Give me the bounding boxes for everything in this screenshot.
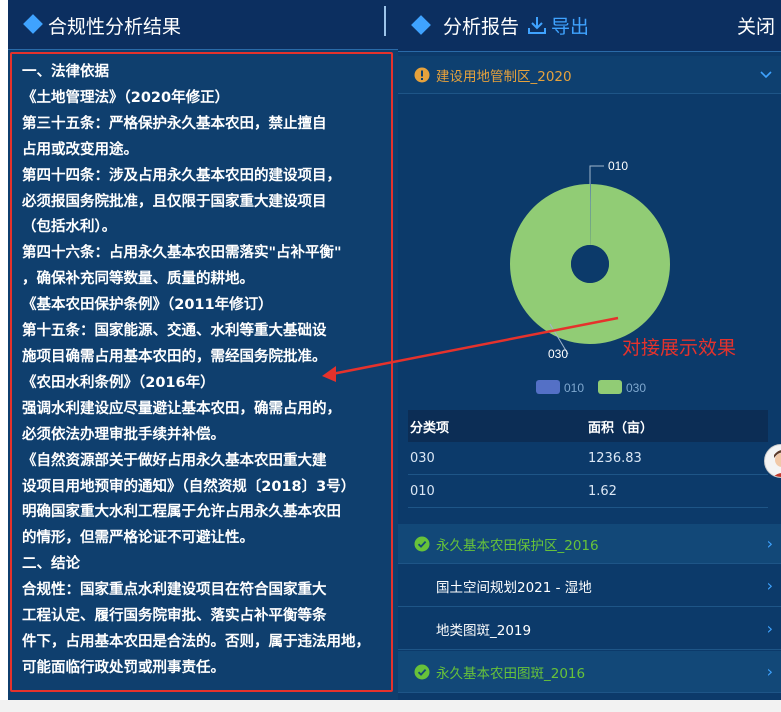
compliance-panel-title: 合规性分析结果	[48, 16, 182, 38]
compliance-line: 的情形，但需严格论证不可避让性。	[22, 530, 254, 547]
compliance-line: 占用或改变用途。	[22, 141, 138, 158]
compliance-line: 施项目确需占用基本农田的，需经国务院批准。	[22, 348, 327, 365]
legend-swatch[interactable]	[536, 380, 560, 394]
column-header-category: 分类项	[410, 420, 450, 436]
check-circle-icon	[414, 536, 430, 551]
compliance-line: 可能面临行政处罚或刑事责任。	[22, 659, 225, 676]
compliance-line: 件下，占用基本农田是合法的。否则，属于违法用地，	[22, 633, 370, 650]
compliance-line: 第十五条：国家能源、交通、水利等重大基础设	[22, 323, 327, 340]
accordion-farmland-protection[interactable]: 永久基本农田保护区_2016 ›	[398, 524, 781, 564]
compliance-line: ，确保补充同等数量、质量的耕地。	[22, 271, 254, 288]
report-panel-header: 分析报告 导出 关闭	[398, 0, 781, 52]
compliance-line: 第四十六条：占用永久基本农田需落实"占补平衡"	[22, 245, 342, 262]
legend-label: 030	[626, 381, 646, 395]
area-table: 分类项 面积（亩） 030 1236.83 010 1.62	[408, 410, 768, 508]
chevron-right-icon: ›	[766, 619, 773, 638]
compliance-line: （包括水利）。	[22, 219, 117, 236]
accordion-label: 地类图斑_2019	[436, 622, 532, 639]
table-row: 010 1.62	[408, 475, 768, 508]
accordion-label: 建设用地管制区_2020	[436, 68, 572, 85]
compliance-text: 一、法律依据《土地管理法》（2020年修正） 第三十五条：严格保护永久基本农田，禁…	[22, 60, 386, 682]
bottom-strip	[0, 700, 781, 712]
header-divider	[384, 6, 386, 36]
chevron-down-icon	[759, 65, 773, 84]
cell-area: 1236.83	[588, 450, 642, 466]
report-title: 分析报告	[443, 16, 520, 38]
chevron-right-icon: ›	[766, 534, 773, 553]
accordion-land-type[interactable]: 地类图斑_2019 ›	[398, 608, 781, 650]
compliance-line: 二、结论	[22, 556, 80, 573]
chevron-right-icon: ›	[766, 576, 773, 595]
legend-swatch[interactable]	[598, 380, 622, 394]
diamond-icon	[411, 15, 431, 35]
cell-area: 1.62	[588, 483, 617, 499]
accordion-farmland-patch[interactable]: 永久基本农田图斑_2016 ›	[398, 651, 781, 693]
compliance-line: 《基本农田保护条例》（2011年修订）	[22, 297, 273, 314]
compliance-line: 《农田水利条例》（2016年）	[22, 374, 215, 391]
accordion-label: 永久基本农田图斑_2016	[436, 665, 586, 682]
table-header: 分类项 面积（亩）	[408, 410, 768, 442]
accordion-land-planning[interactable]: 国土空间规划2021 - 湿地 ›	[398, 565, 781, 607]
label-leader-line	[589, 165, 604, 184]
compliance-panel-header: 合规性分析结果	[8, 0, 398, 50]
close-button[interactable]: 关闭	[737, 12, 775, 39]
compliance-line: 第三十五条：严格保护永久基本农田，禁止擅自	[22, 115, 327, 132]
cell-category: 030	[410, 450, 435, 466]
accordion-label: 国土空间规划2021 - 湿地	[436, 579, 592, 596]
compliance-line: 第四十四条：涉及占用永久基本农田的建设项目，	[22, 167, 341, 184]
legend-label: 010	[564, 381, 584, 395]
compliance-line: 《自然资源部关于做好占用永久基本农田重大建	[22, 452, 327, 469]
compliance-line: 必须依法办理审批手续并补偿。	[22, 426, 225, 443]
compliance-line: 合规性：国家重点水利建设项目在符合国家重大	[22, 582, 327, 599]
warning-icon	[414, 67, 430, 82]
export-button[interactable]: 导出	[526, 11, 589, 39]
chevron-right-icon: ›	[766, 662, 773, 681]
compliance-line: 一、法律依据	[22, 64, 109, 80]
annotation-label: 对接展示效果	[622, 337, 737, 359]
accordion-label: 永久基本农田保护区_2016	[436, 537, 599, 554]
compliance-line: 必须报国务院批准，且仅限于国家重大建设项目	[22, 193, 327, 210]
cell-category: 010	[410, 483, 435, 499]
download-icon	[528, 17, 546, 34]
slice-label: 030	[548, 347, 568, 361]
compliance-line: 《土地管理法》（2020年修正）	[22, 89, 230, 106]
column-header-area: 面积（亩）	[588, 420, 654, 436]
compliance-line: 明确国家重大水利工程属于允许占用永久基本农田	[22, 504, 341, 521]
check-circle-icon	[414, 664, 430, 679]
export-label: 导出	[551, 15, 590, 38]
accordion-construction-zone[interactable]: 建设用地管制区_2020	[398, 56, 781, 94]
compliance-line: 强调水利建设应尽量避让基本农田，确需占用的，	[22, 400, 341, 417]
compliance-line: 工程认定、履行国务院审批、落实占补平衡等条	[22, 608, 327, 625]
table-row: 030 1236.83	[408, 442, 768, 475]
compliance-line: 设项目用地预审的通知》（自然资规〔2018〕3号）	[22, 478, 356, 495]
diamond-icon	[23, 14, 43, 34]
donut-hole	[571, 245, 609, 283]
slice-label: 010	[608, 159, 628, 173]
